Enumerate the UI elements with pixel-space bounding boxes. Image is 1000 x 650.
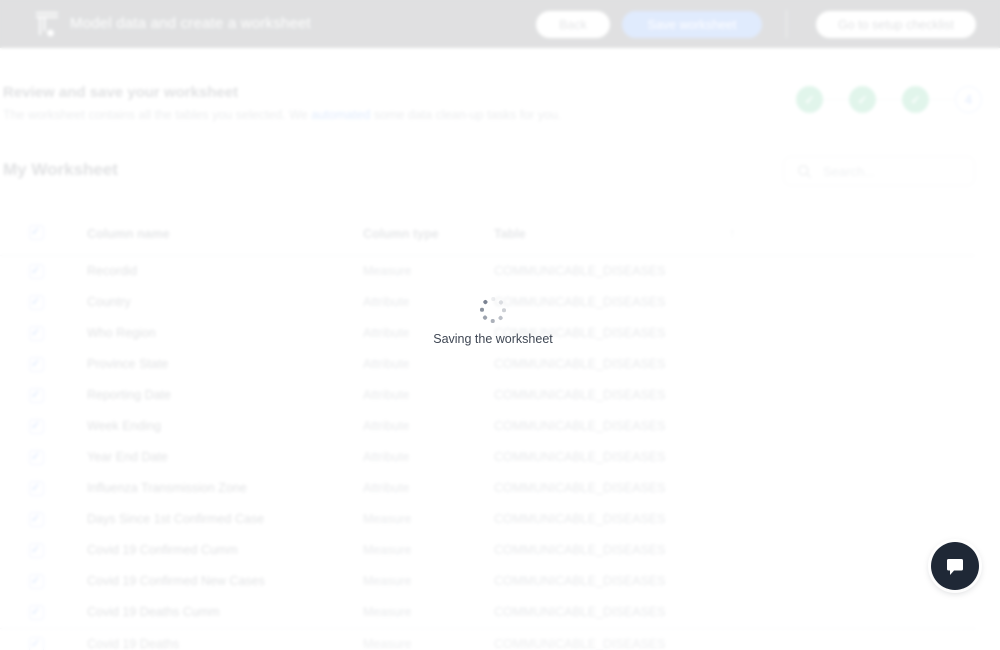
model-data-page: Model data and create a worksheet Back S… xyxy=(0,0,1000,650)
saving-status: Saving the worksheet xyxy=(433,297,553,346)
saving-message: Saving the worksheet xyxy=(433,332,553,346)
chat-help-button[interactable] xyxy=(931,542,979,590)
loading-spinner-icon xyxy=(480,297,507,323)
speech-bubble-icon xyxy=(947,558,963,575)
